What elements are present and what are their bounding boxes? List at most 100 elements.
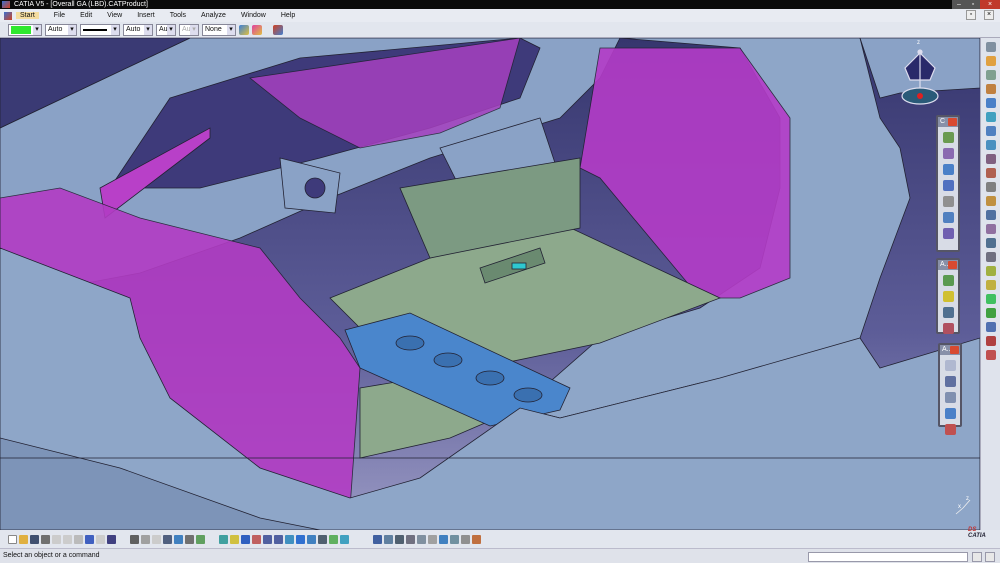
tool-icon[interactable] xyxy=(985,126,996,136)
tool-icon[interactable] xyxy=(985,210,996,220)
fill-color-select[interactable] xyxy=(8,23,42,36)
tool-icon[interactable] xyxy=(417,534,426,544)
tool-icon[interactable] xyxy=(395,534,404,544)
open-icon[interactable] xyxy=(19,534,28,544)
render-style-icon[interactable] xyxy=(318,534,327,544)
print-icon[interactable] xyxy=(41,534,50,544)
menu-analyze[interactable]: Analyze xyxy=(201,12,226,19)
tool-icon[interactable] xyxy=(472,534,481,544)
tool-icon[interactable] xyxy=(985,336,996,346)
paste-icon[interactable] xyxy=(74,534,83,544)
tool-icon[interactable] xyxy=(985,322,996,332)
tool-icon[interactable] xyxy=(985,182,996,192)
tool-icon[interactable] xyxy=(942,180,954,191)
tool-icon[interactable] xyxy=(942,132,954,143)
menu-edit[interactable]: Edit xyxy=(80,12,92,19)
views-icon[interactable] xyxy=(307,534,316,544)
menu-tools[interactable]: Tools xyxy=(170,12,186,19)
tool-icon[interactable] xyxy=(428,534,437,544)
doc-close-button[interactable]: × xyxy=(984,10,994,20)
floating-toolbar-a1[interactable]: A... xyxy=(936,258,960,334)
tool-icon[interactable] xyxy=(985,294,996,304)
multi-view-icon[interactable] xyxy=(296,534,305,544)
tool-icon[interactable] xyxy=(985,42,996,52)
tool-icon[interactable] xyxy=(985,238,996,248)
normal-view-icon[interactable] xyxy=(285,534,294,544)
maximize-button[interactable]: ▫ xyxy=(966,0,980,9)
tool-icon[interactable] xyxy=(942,148,954,159)
tool-icon[interactable] xyxy=(944,408,956,419)
zoom-in-icon[interactable] xyxy=(263,534,272,544)
minimize-button[interactable]: – xyxy=(952,0,966,9)
tool-icon[interactable] xyxy=(985,154,996,164)
tool-icon[interactable] xyxy=(942,291,954,302)
copy-icon[interactable] xyxy=(63,534,72,544)
tool-icon[interactable] xyxy=(450,534,459,544)
floating-toolbar-c[interactable]: C xyxy=(936,115,960,252)
whats-this-icon[interactable] xyxy=(107,534,116,544)
tool-icon[interactable] xyxy=(985,308,996,318)
transparency-select[interactable]: Auto xyxy=(45,23,77,36)
doc-restore-button[interactable]: ▫ xyxy=(966,10,976,20)
point-type-select[interactable]: Aut xyxy=(156,23,176,36)
format-painter-icon[interactable] xyxy=(239,24,249,35)
tools-palette-icon[interactable] xyxy=(273,24,283,35)
layer-select[interactable]: None xyxy=(202,23,236,36)
tool-icon[interactable] xyxy=(942,212,954,223)
line-type-select[interactable] xyxy=(80,23,120,36)
swap-space-icon[interactable] xyxy=(340,534,349,544)
tool-icon[interactable] xyxy=(985,98,996,108)
tool-icon[interactable] xyxy=(985,84,996,94)
tool-icon[interactable] xyxy=(942,307,954,318)
close-button[interactable]: × xyxy=(980,0,1000,9)
knowledge-icon[interactable] xyxy=(141,534,150,544)
undo-icon[interactable] xyxy=(85,534,94,544)
menu-file[interactable]: File xyxy=(54,12,65,19)
tool-icon[interactable] xyxy=(384,534,393,544)
tool-icon[interactable] xyxy=(461,534,470,544)
tool-icon[interactable] xyxy=(406,534,415,544)
redo-icon[interactable] xyxy=(96,534,105,544)
tool-icon[interactable] xyxy=(944,360,956,371)
rotate-icon[interactable] xyxy=(252,534,261,544)
tool-icon[interactable] xyxy=(944,392,956,403)
select-icon[interactable] xyxy=(985,56,996,66)
menu-help[interactable]: Help xyxy=(281,12,295,19)
command-list-button[interactable] xyxy=(972,552,982,562)
tool-icon[interactable] xyxy=(942,196,954,207)
toolbar-close-icon[interactable] xyxy=(950,346,959,354)
tool-icon[interactable] xyxy=(985,196,996,206)
fly-icon[interactable] xyxy=(219,534,228,544)
tool-icon[interactable] xyxy=(439,534,448,544)
menu-view[interactable]: View xyxy=(107,12,122,19)
menu-window[interactable]: Window xyxy=(241,12,266,19)
zoom-out-icon[interactable] xyxy=(274,534,283,544)
tool-icon[interactable] xyxy=(944,424,956,435)
new-icon[interactable] xyxy=(8,534,17,544)
menu-start[interactable]: Start xyxy=(16,12,39,19)
tool-icon[interactable] xyxy=(985,280,996,290)
catalog-icon[interactable] xyxy=(163,534,172,544)
3d-viewport[interactable]: z x z C A... A... xyxy=(0,38,980,530)
line-thickness-select[interactable]: Auto xyxy=(123,23,153,36)
hide-show-icon[interactable] xyxy=(329,534,338,544)
save-icon[interactable] xyxy=(30,534,39,544)
tool-icon[interactable] xyxy=(985,70,996,80)
tool-icon[interactable] xyxy=(944,376,956,387)
formula-icon[interactable] xyxy=(130,534,139,544)
tool-icon[interactable] xyxy=(942,164,954,175)
menu-insert[interactable]: Insert xyxy=(137,12,155,19)
tool-icon[interactable] xyxy=(373,534,382,544)
command-input[interactable] xyxy=(808,552,968,562)
pan-icon[interactable] xyxy=(241,534,250,544)
tool-icon[interactable] xyxy=(985,112,996,122)
tool-icon[interactable] xyxy=(196,534,205,544)
toolbar-close-icon[interactable] xyxy=(948,118,957,126)
tool-icon[interactable] xyxy=(174,534,183,544)
tool-icon[interactable] xyxy=(985,140,996,150)
tool-icon[interactable] xyxy=(985,350,996,360)
fit-all-icon[interactable] xyxy=(230,534,239,544)
tool-icon[interactable] xyxy=(985,224,996,234)
tool-icon[interactable] xyxy=(152,534,161,544)
rendering-style-select[interactable]: Aut xyxy=(179,23,199,36)
